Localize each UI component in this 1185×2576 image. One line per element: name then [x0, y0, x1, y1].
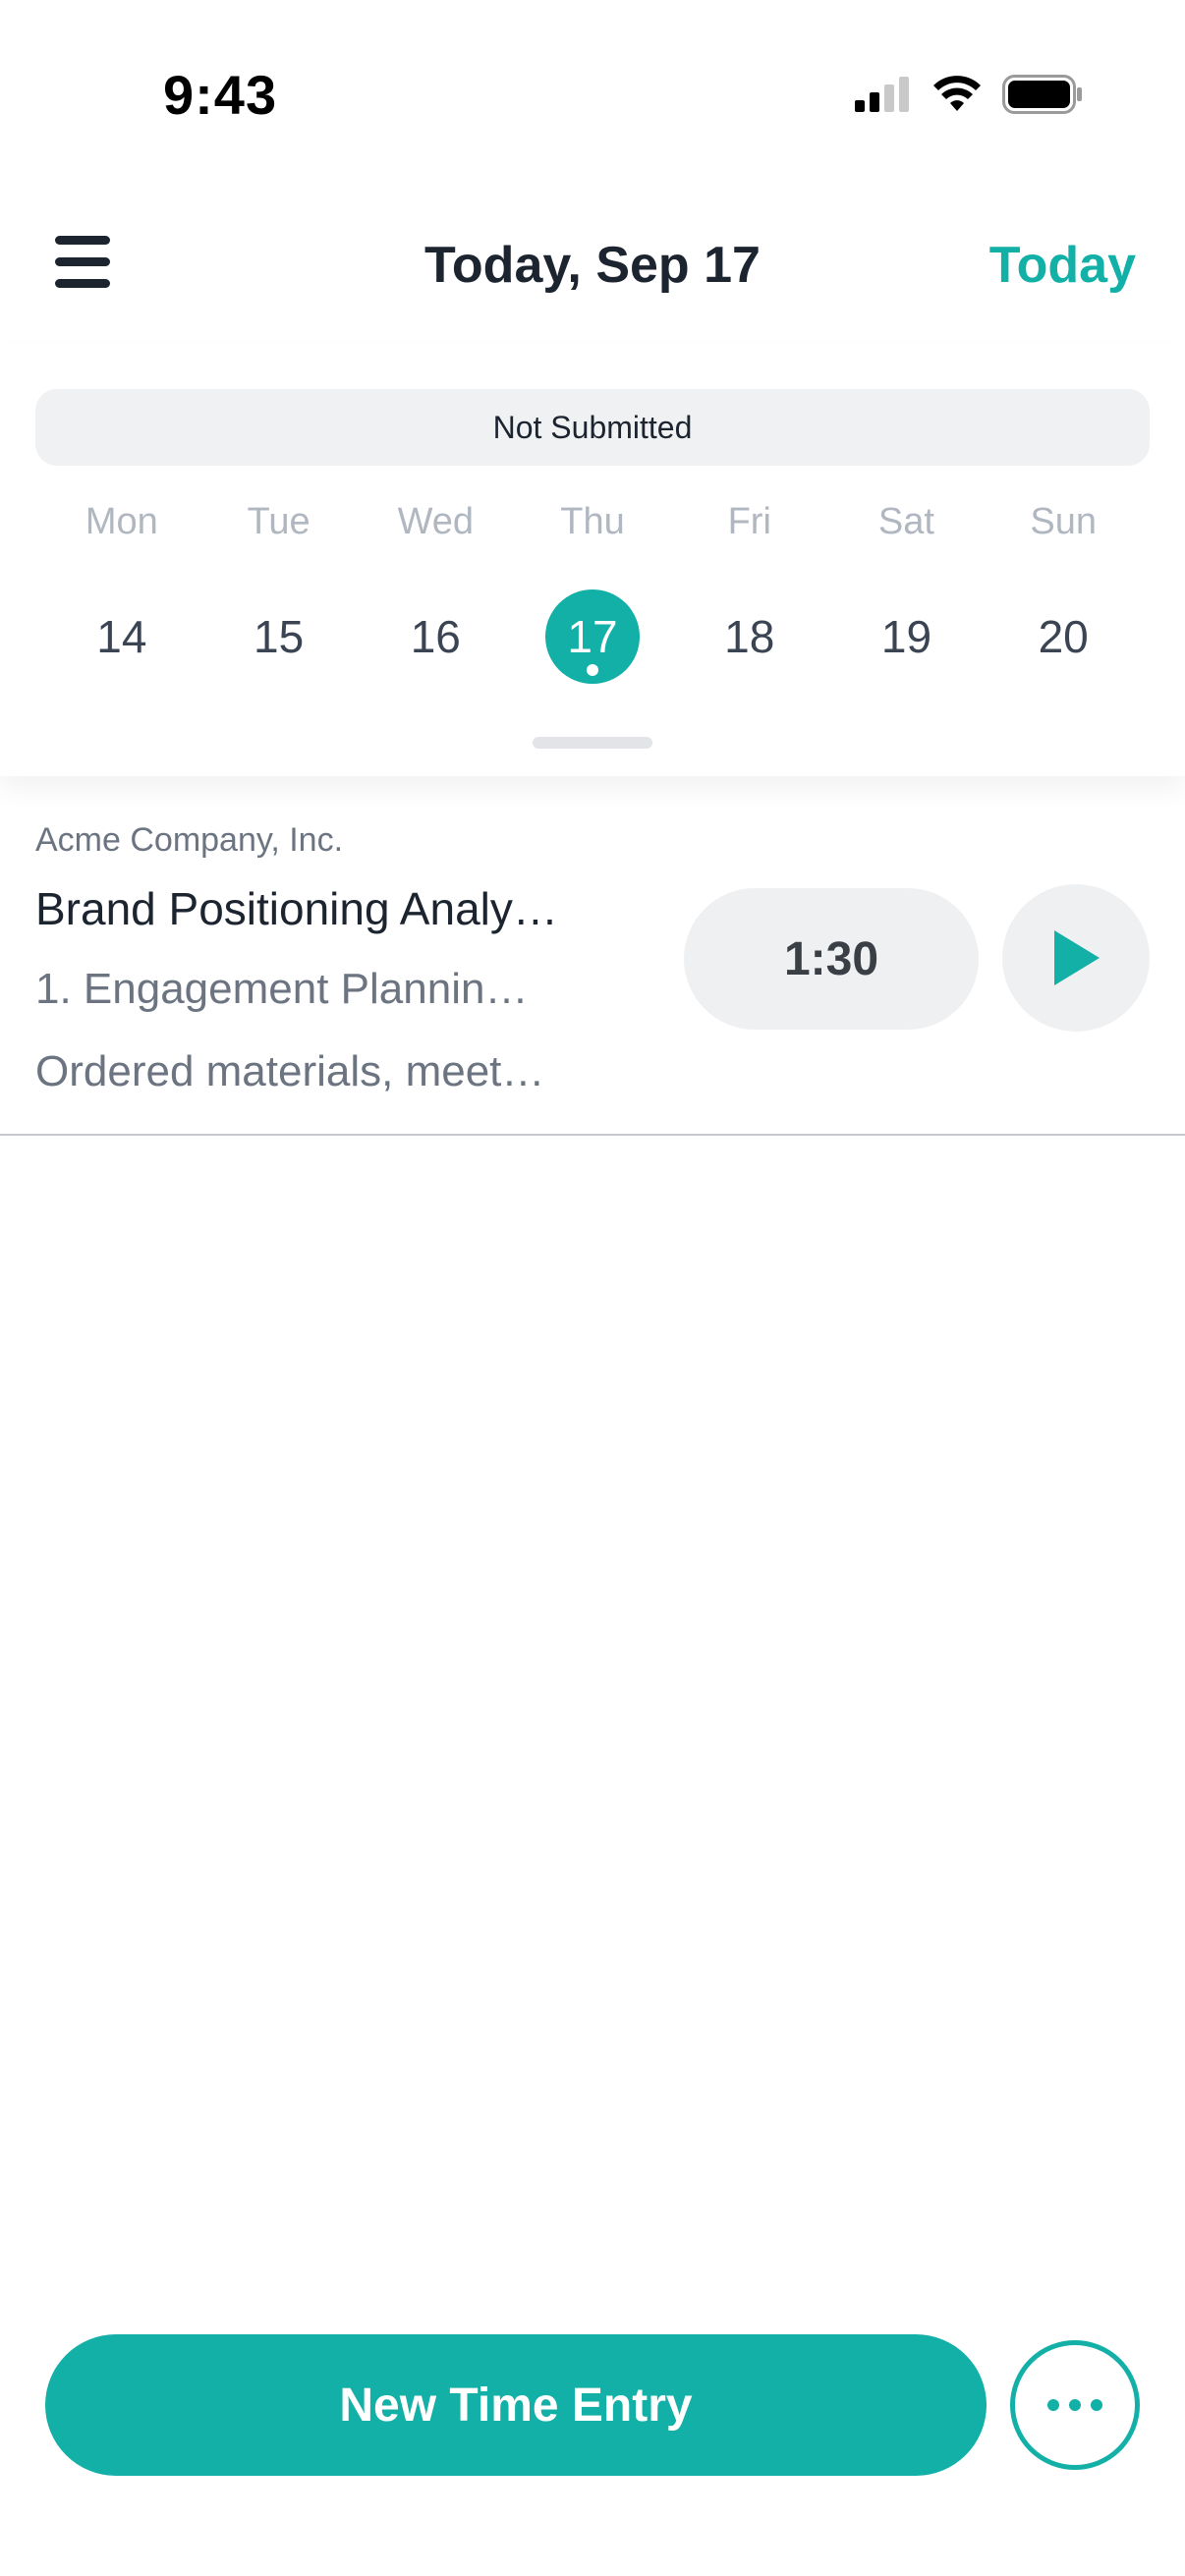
time-tracking-screen: 9:43 Today, Sep 17 Today Not Submitted M… [0, 0, 1185, 2576]
day-mon: Mon 14 [43, 491, 200, 684]
status-time: 9:43 [163, 64, 278, 126]
more-options-button[interactable] [1010, 2340, 1140, 2470]
day-name: Mon [85, 501, 158, 542]
cellular-signal-icon [855, 77, 909, 112]
entry-duration[interactable]: 1:30 [684, 888, 979, 1030]
wifi-icon [933, 76, 981, 111]
has-entries-dot [587, 664, 599, 676]
battery-icon [1002, 75, 1082, 114]
entry-project: Brand Positioning Analy… [35, 883, 558, 934]
day-name: Sun [1030, 501, 1097, 542]
play-icon [1054, 930, 1100, 985]
day-name: Wed [397, 501, 475, 542]
day-fri: Fri 18 [671, 491, 828, 684]
day-sat: Sat 19 [828, 491, 986, 684]
day-sun: Sun 20 [985, 491, 1142, 684]
time-entry-row[interactable]: Acme Company, Inc. Brand Positioning Ana… [0, 776, 1185, 1136]
drag-handle[interactable] [533, 737, 652, 749]
more-horizontal-icon [1047, 2399, 1102, 2411]
entry-client: Acme Company, Inc. [35, 821, 344, 859]
day-number-17-selected[interactable]: 17 [545, 589, 641, 684]
day-tue: Tue 15 [200, 491, 358, 684]
day-number-18[interactable]: 18 [703, 589, 797, 684]
new-time-entry-button[interactable]: New Time Entry [45, 2334, 987, 2476]
day-number-15[interactable]: 15 [232, 589, 326, 684]
today-button[interactable]: Today [989, 236, 1136, 295]
day-name: Sat [877, 501, 934, 542]
week-selector: Not Submitted Mon 14 Tue 15 Wed 16 Thu 1… [0, 344, 1185, 776]
day-number-14[interactable]: 14 [75, 589, 169, 684]
entry-task: 1. Engagement Plannin… [35, 965, 529, 1013]
day-name: Tue [247, 501, 310, 542]
start-timer-button[interactable] [1002, 884, 1150, 1032]
day-wed: Wed 16 [357, 491, 514, 684]
day-number-20[interactable]: 20 [1016, 589, 1110, 684]
day-number-16[interactable]: 16 [388, 589, 482, 684]
header: Today, Sep 17 Today [0, 187, 1185, 344]
entry-notes: Ordered materials, meet… [35, 1047, 545, 1095]
submission-status-badge: Not Submitted [35, 389, 1150, 466]
week-days: Mon 14 Tue 15 Wed 16 Thu 17 Fri 18 Sat 1… [0, 491, 1185, 684]
day-number-label: 17 [567, 611, 618, 662]
day-thu: Thu 17 [514, 491, 671, 684]
status-icons [855, 75, 1083, 114]
status-bar: 9:43 [0, 0, 1185, 187]
day-number-19[interactable]: 19 [859, 589, 953, 684]
day-name: Fri [727, 501, 771, 542]
day-name: Thu [560, 501, 625, 542]
